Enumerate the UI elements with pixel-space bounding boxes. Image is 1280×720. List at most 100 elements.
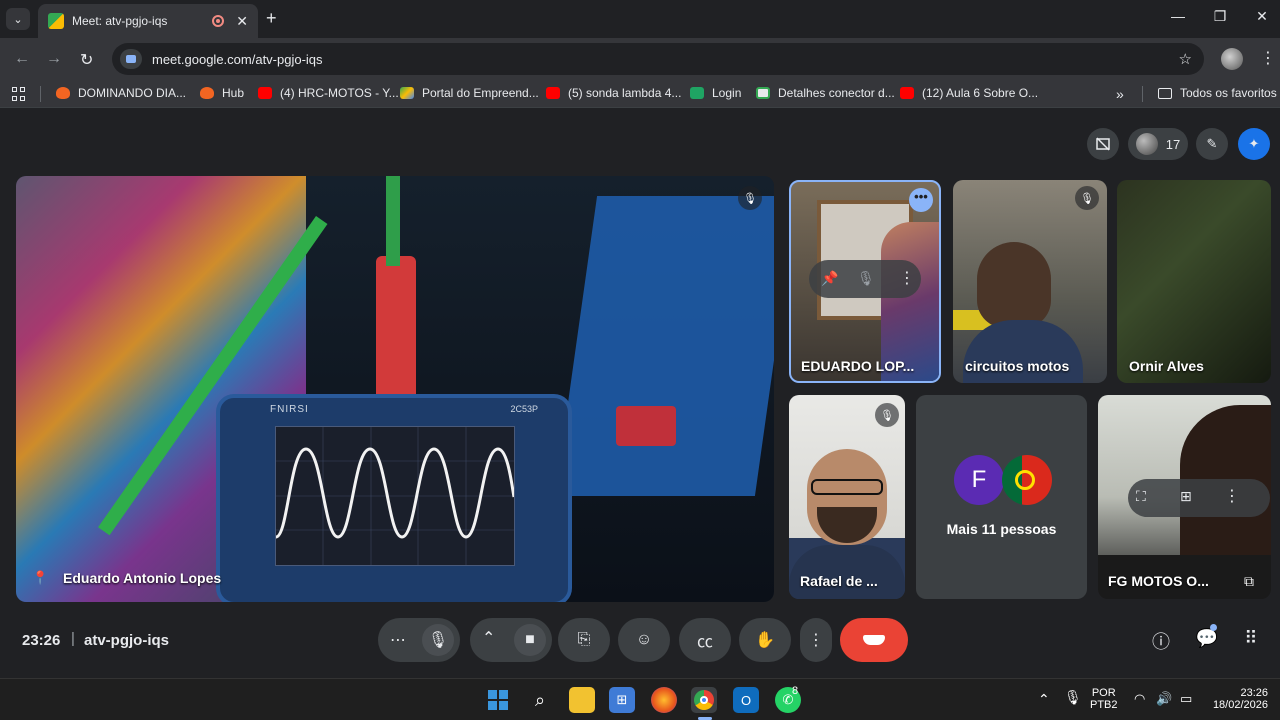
apps-grid-icon[interactable] bbox=[12, 87, 26, 101]
add-to-screen-icon[interactable]: ⊞ bbox=[1180, 488, 1192, 505]
store-icon[interactable]: ⊞ bbox=[609, 687, 635, 713]
folder-icon bbox=[1158, 87, 1172, 99]
main-speaker-name: Eduardo Antonio Lopes bbox=[63, 570, 222, 586]
restore-button[interactable]: ❐ bbox=[1210, 8, 1230, 25]
site-info-icon[interactable] bbox=[120, 49, 142, 69]
reload-icon[interactable]: ↻ bbox=[80, 50, 93, 70]
chat-icon[interactable]: 💬 bbox=[1195, 628, 1219, 649]
chrome-icon[interactable] bbox=[691, 687, 717, 713]
participant-name: FG MOTOS O... bbox=[1108, 573, 1209, 589]
mic-icon[interactable]: 🎙 bbox=[857, 270, 875, 287]
bookmark-item[interactable]: Detalhes conector d... bbox=[756, 86, 895, 100]
participant-tile[interactable]: 🎙 circuitos motos bbox=[953, 180, 1107, 383]
participant-name: Ornir Alves bbox=[1129, 358, 1204, 374]
bookmarks-overflow-button[interactable]: » bbox=[1116, 86, 1124, 102]
firefox-icon[interactable] bbox=[651, 687, 677, 713]
mic-icon[interactable]: 🎙 bbox=[422, 624, 454, 656]
present-screen-icon[interactable]: ⎘ bbox=[558, 618, 610, 662]
tab-close-button[interactable]: ✕ bbox=[236, 13, 248, 30]
more-people-tile[interactable]: F Mais 11 pessoas bbox=[916, 395, 1087, 599]
meet-favicon-icon bbox=[48, 13, 64, 29]
browser-menu-icon[interactable]: ⋮ bbox=[1260, 48, 1276, 68]
file-explorer-icon[interactable] bbox=[569, 687, 595, 713]
kebab-menu-icon[interactable]: ⋮ bbox=[1224, 486, 1240, 506]
raise-hand-icon[interactable]: ✋ bbox=[739, 618, 791, 662]
chevron-up-icon[interactable]: ⌃ bbox=[1038, 691, 1050, 708]
camera-off-icon[interactable] bbox=[1087, 128, 1119, 160]
forward-arrow-icon[interactable]: → bbox=[46, 50, 62, 68]
more-audio-icon[interactable]: ⋯ bbox=[390, 630, 406, 650]
bookmark-item[interactable]: (5) sonda lambda 4... bbox=[546, 86, 681, 100]
gemini-icon[interactable]: ✦ bbox=[1238, 128, 1270, 160]
bookmarks-bar: DOMINANDO DIA... Hub (4) HRC-MOTOS - Y..… bbox=[0, 80, 1280, 108]
fire-icon bbox=[56, 87, 70, 99]
windows-start-icon[interactable] bbox=[485, 687, 511, 713]
chevron-up-icon[interactable]: ⌃ bbox=[482, 628, 495, 648]
pen-icon[interactable]: ✎ bbox=[1196, 128, 1228, 160]
bookmark-item[interactable]: Login bbox=[690, 86, 741, 100]
participant-tile[interactable]: ••• 📌 🎙 ⋮ EDUARDO LOP... bbox=[789, 180, 941, 383]
tile-hover-controls: ⛶ ⊞ ⋮ bbox=[1128, 479, 1270, 517]
pin-icon: 📍 bbox=[32, 570, 49, 585]
bookmark-item[interactable]: Hub bbox=[200, 86, 244, 100]
clock-tray[interactable]: 23:26 18/02/2026 bbox=[1206, 687, 1268, 711]
camera-icon[interactable]: ■ bbox=[514, 624, 546, 656]
search-icon[interactable]: ⌕ bbox=[527, 687, 553, 713]
wifi-icon[interactable]: ◠ bbox=[1134, 691, 1145, 707]
mic-control-group: ⋯ 🎙 bbox=[378, 618, 460, 662]
participant-name: Rafael de ... bbox=[800, 573, 878, 589]
hang-up-icon bbox=[863, 635, 885, 645]
minimize-button[interactable]: — bbox=[1168, 8, 1188, 24]
bookmark-item[interactable]: (12) Aula 6 Sobre O... bbox=[900, 86, 1038, 100]
main-video-tile[interactable]: FNIRSI 2C53P 🎙 📍 Eduardo Antonio Lopes bbox=[16, 176, 774, 602]
bookmark-item[interactable]: Portal do Empreend... bbox=[400, 86, 539, 100]
battery-icon[interactable]: ▭ bbox=[1180, 691, 1192, 707]
participants-count: 17 bbox=[1165, 136, 1181, 152]
address-bar[interactable]: meet.google.com/atv-pgjo-iqs ☆ bbox=[112, 43, 1204, 75]
end-call-button[interactable] bbox=[840, 618, 908, 662]
volume-icon[interactable]: 🔊 bbox=[1156, 691, 1172, 707]
captions-icon[interactable]: ㏄ bbox=[679, 618, 731, 662]
chat-badge bbox=[1210, 624, 1217, 631]
bookmark-item[interactable]: DOMINANDO DIA... bbox=[56, 86, 186, 100]
mic-off-icon: 🎙 bbox=[1075, 186, 1099, 210]
mic-tray-icon[interactable]: 🎙 bbox=[1064, 689, 1082, 706]
back-arrow-icon[interactable]: ← bbox=[14, 50, 30, 68]
language-indicator[interactable]: POR PTB2 bbox=[1090, 687, 1118, 711]
meeting-code: atv-pgjo-iqs bbox=[84, 632, 169, 649]
youtube-icon bbox=[258, 87, 272, 99]
tab-strip: ⌄ Meet: atv-pgjo-iqs ✕ + — ❐ ✕ bbox=[0, 0, 1280, 38]
close-window-button[interactable]: ✕ bbox=[1252, 8, 1272, 25]
windows-taskbar: ⌕ ⊞ O ✆ 8 ⌃ 🎙 POR PTB2 ◠ 🔊 ▭ 23:26 18/02… bbox=[0, 678, 1280, 720]
activities-grid-icon[interactable]: ⠿ bbox=[1239, 628, 1263, 649]
all-bookmarks-button[interactable]: Todos os favoritos bbox=[1158, 86, 1277, 100]
profile-avatar[interactable] bbox=[1221, 48, 1243, 70]
info-icon[interactable]: ⓘ bbox=[1149, 628, 1173, 654]
active-tab[interactable]: Meet: atv-pgjo-iqs ✕ bbox=[38, 4, 258, 38]
participants-avatars-icon bbox=[1135, 133, 1158, 155]
tab-search-button[interactable]: ⌄ bbox=[6, 8, 30, 30]
camera-control-group: ⌃ ■ bbox=[470, 618, 552, 662]
pin-icon[interactable]: 📌 bbox=[821, 270, 838, 287]
emoji-icon[interactable]: ☺ bbox=[618, 618, 670, 662]
new-tab-button[interactable]: + bbox=[266, 8, 277, 29]
participant-tile[interactable]: ⛶ ⊞ ⋮ FG MOTOS O... ⧉ bbox=[1098, 395, 1271, 599]
more-options-icon[interactable]: ⋮ bbox=[800, 618, 832, 662]
participant-tile[interactable]: 🎙 Rafael de ... bbox=[789, 395, 905, 599]
more-options-icon[interactable]: ••• bbox=[909, 188, 933, 212]
tile-hover-controls: 📌 🎙 ⋮ bbox=[809, 260, 921, 298]
bookmark-item[interactable]: (4) HRC-MOTOS - Y... bbox=[258, 86, 399, 100]
participants-button[interactable]: 17 bbox=[1128, 128, 1188, 160]
drive-icon bbox=[400, 87, 414, 99]
login-icon bbox=[690, 87, 704, 99]
recording-icon bbox=[212, 15, 225, 27]
bookmark-star-icon[interactable]: ☆ bbox=[1179, 50, 1192, 68]
outlook-icon[interactable]: O bbox=[733, 687, 759, 713]
youtube-icon bbox=[546, 87, 560, 99]
avatar: F bbox=[954, 455, 1004, 505]
kebab-menu-icon[interactable]: ⋮ bbox=[899, 268, 915, 288]
frame-person-icon[interactable]: ⛶ bbox=[1136, 488, 1146, 505]
participant-tile[interactable]: Ornir Alves bbox=[1117, 180, 1271, 383]
meeting-clock: 23:26 bbox=[22, 632, 61, 649]
participant-name: circuitos motos bbox=[965, 358, 1070, 374]
